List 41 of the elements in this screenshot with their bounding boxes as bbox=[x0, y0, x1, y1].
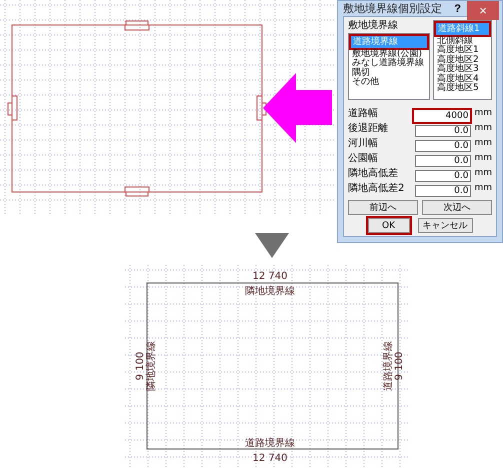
input-field[interactable]: 0.0 bbox=[415, 170, 472, 182]
unit-label: mm bbox=[474, 138, 492, 148]
list-item[interactable]: 高度地区5 bbox=[434, 84, 491, 94]
field-label: 後退距離 bbox=[348, 122, 389, 134]
input-field[interactable]: 0.0 bbox=[415, 155, 472, 167]
field-label: 河川幅 bbox=[348, 136, 379, 150]
input-field[interactable]: 0.0 bbox=[415, 125, 472, 137]
unit-label: mm bbox=[474, 152, 492, 162]
list-item[interactable]: 高度地区1 bbox=[434, 46, 491, 56]
input-field[interactable]: 0.0 bbox=[415, 140, 472, 152]
close-button[interactable]: × bbox=[467, 1, 499, 20]
dimension-label: 9 100 bbox=[394, 352, 405, 380]
list-header: 敷地境界線 bbox=[348, 20, 399, 31]
unit-label: mm bbox=[474, 122, 492, 132]
boundary-label: 隣地境界線 bbox=[245, 286, 295, 297]
list-item[interactable]: みなし道路境界線 bbox=[349, 59, 429, 69]
field-label: 隣地高低差2 bbox=[348, 182, 406, 194]
dialog-button[interactable]: OK bbox=[368, 218, 410, 233]
unit-label: mm bbox=[474, 108, 492, 118]
unit-label: mm bbox=[474, 182, 492, 192]
field-label: 隣地高低差 bbox=[348, 166, 399, 180]
field-label: 道路幅 bbox=[348, 106, 379, 120]
unit-label: mm bbox=[474, 168, 492, 178]
nav-button[interactable]: 次辺へ bbox=[422, 200, 492, 215]
list-item[interactable]: 高度地区3 bbox=[434, 65, 491, 75]
pointer-arrow bbox=[263, 73, 332, 143]
field-label: 公園幅 bbox=[348, 152, 379, 164]
list-item[interactable]: その他 bbox=[349, 78, 429, 88]
input-field[interactable]: 4000 bbox=[412, 108, 472, 124]
dimension-label: 9 100 bbox=[135, 352, 146, 380]
boundary-label: 隣地境界線 bbox=[146, 341, 157, 391]
down-triangle-icon bbox=[255, 233, 289, 258]
dialog-button[interactable]: キャンセル bbox=[418, 218, 472, 233]
window-title: 敷地境界線個別設定 bbox=[343, 1, 442, 16]
help-button[interactable]: ? bbox=[454, 3, 461, 15]
nav-button[interactable]: 前辺へ bbox=[348, 200, 418, 215]
dimension-label: 12 740 bbox=[252, 453, 288, 464]
boundary-label: 道路境界線 bbox=[245, 438, 295, 449]
boundary-label: 道路境界線 bbox=[383, 341, 394, 391]
input-field[interactable]: 0.0 bbox=[415, 185, 472, 197]
dimension-label: 12 740 bbox=[252, 271, 288, 282]
